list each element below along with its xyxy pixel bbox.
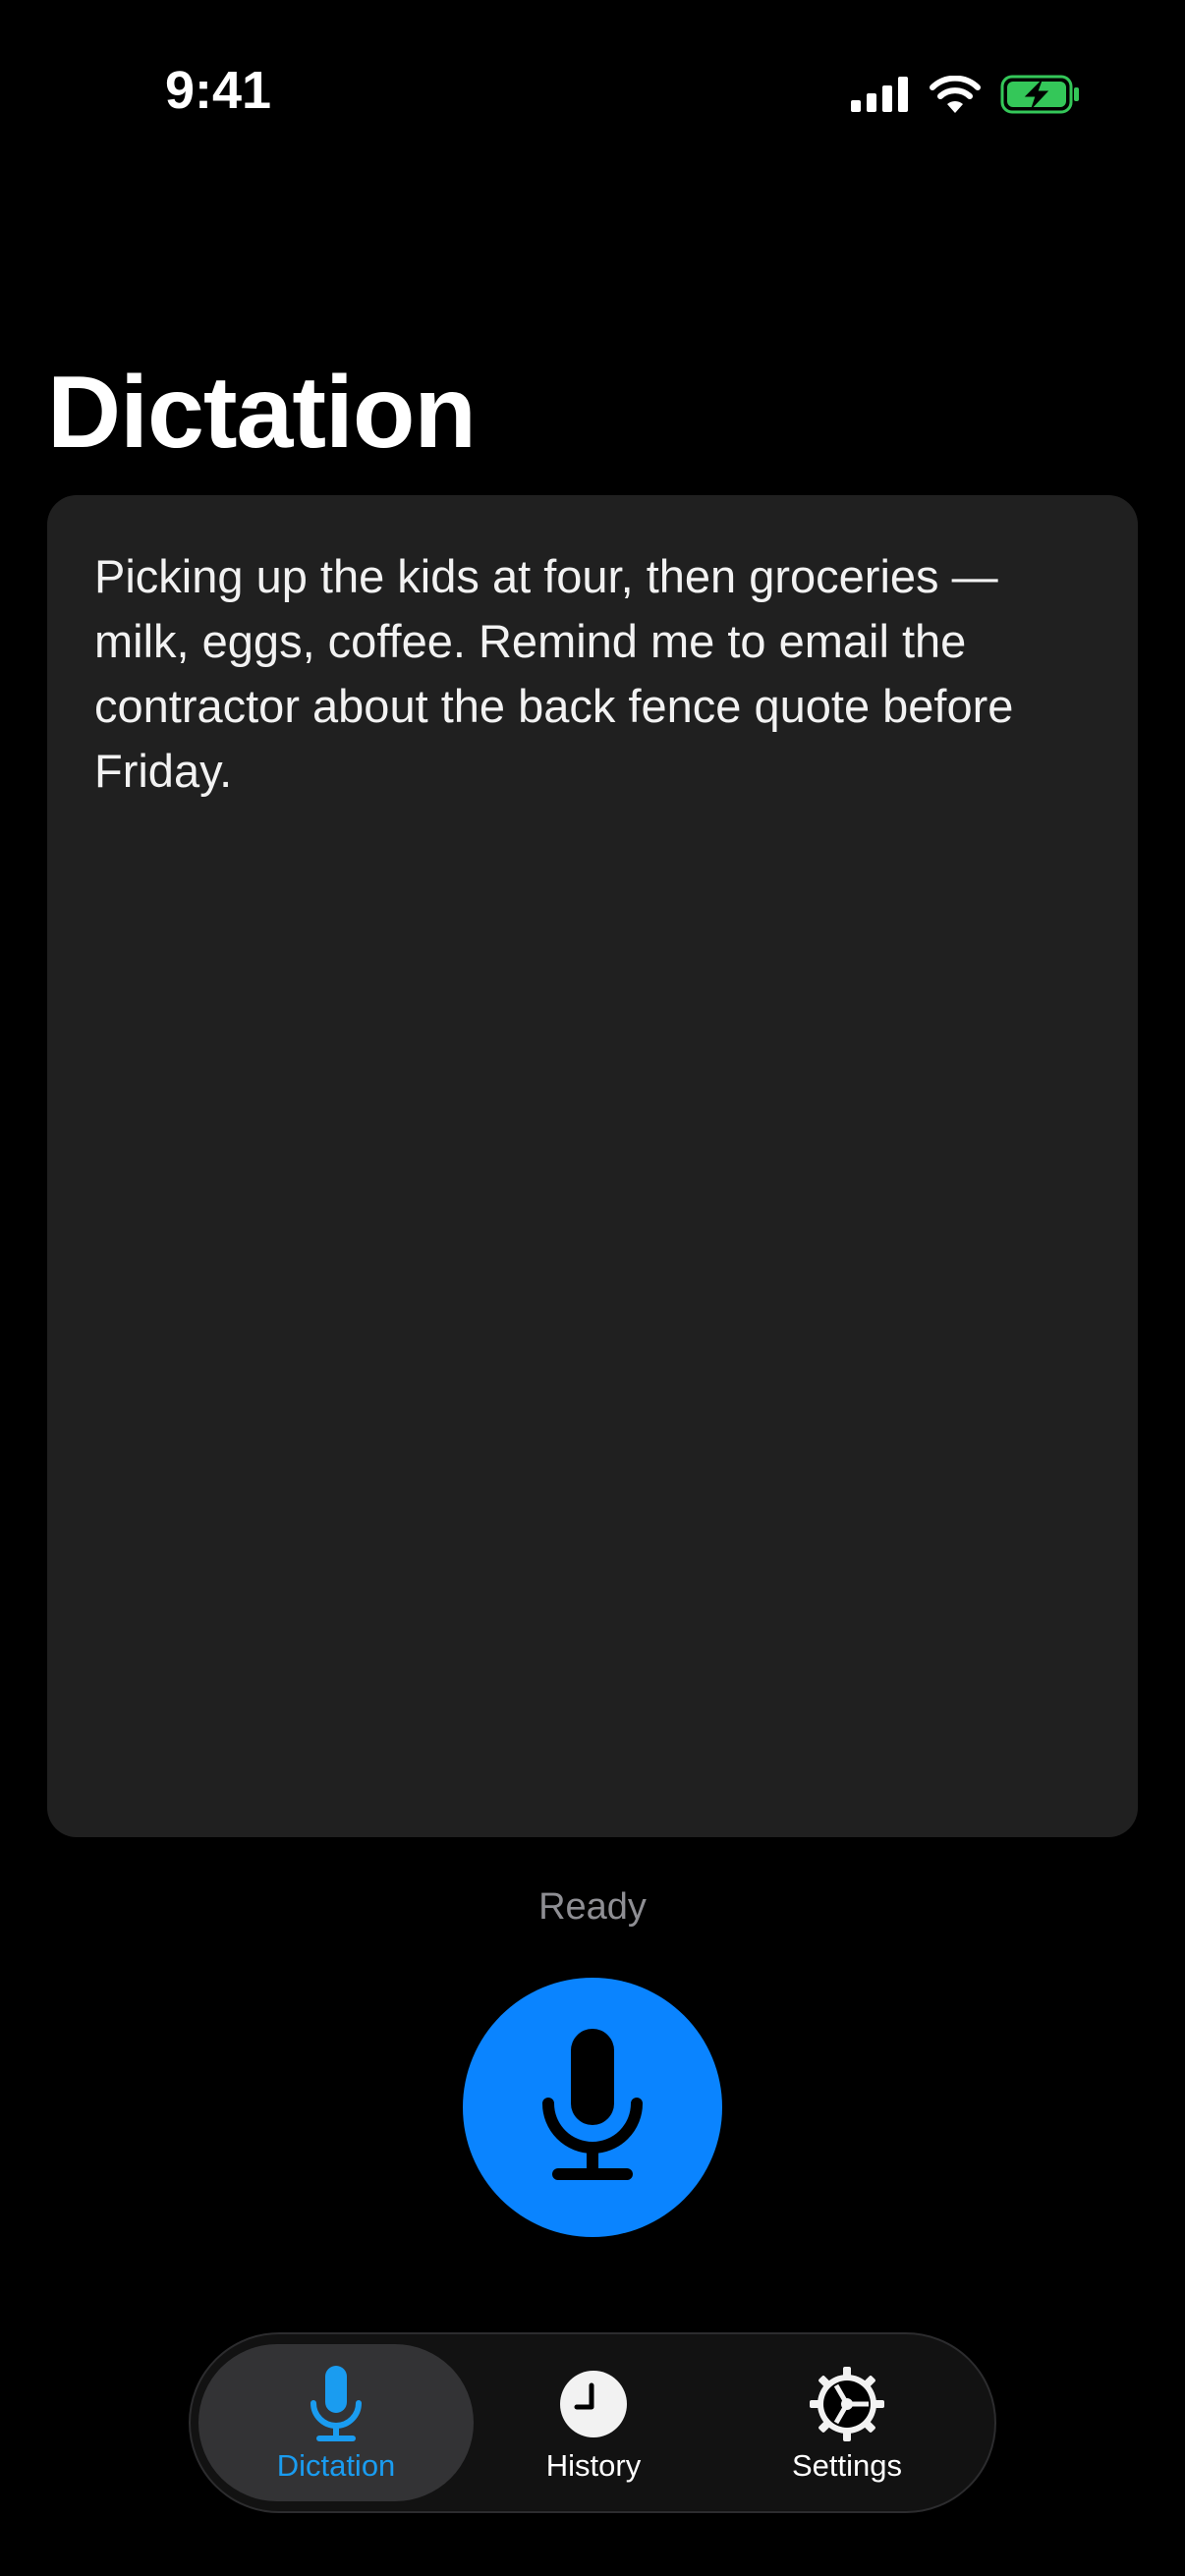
gear-icon (810, 2366, 884, 2442)
wifi-icon (930, 75, 981, 118)
microphone-icon (310, 2366, 363, 2442)
transcript-text[interactable]: Picking up the kids at four, then grocer… (94, 544, 1091, 804)
status-icons (851, 75, 1081, 118)
recording-status: Ready (538, 1886, 647, 1928)
microphone-icon (538, 2027, 647, 2189)
tab-history[interactable]: History (456, 2344, 731, 2501)
tab-bar: Dictation History Settings (189, 2332, 996, 2513)
battery-charging-icon (1000, 75, 1081, 119)
tab-label: Settings (791, 2448, 902, 2483)
tab-label: History (545, 2448, 642, 2483)
tab-label: Dictation (276, 2448, 396, 2483)
clock-icon (559, 2366, 628, 2442)
status-bar: 9:41 (0, 0, 1185, 147)
cellular-signal-icon (851, 76, 910, 117)
status-time: 9:41 (165, 61, 272, 120)
transcript-card[interactable]: Picking up the kids at four, then grocer… (47, 495, 1138, 1837)
tab-settings[interactable]: Settings (709, 2344, 985, 2501)
record-button[interactable] (463, 1978, 722, 2237)
page-title: Dictation (47, 356, 477, 470)
tab-dictation[interactable]: Dictation (198, 2344, 474, 2501)
